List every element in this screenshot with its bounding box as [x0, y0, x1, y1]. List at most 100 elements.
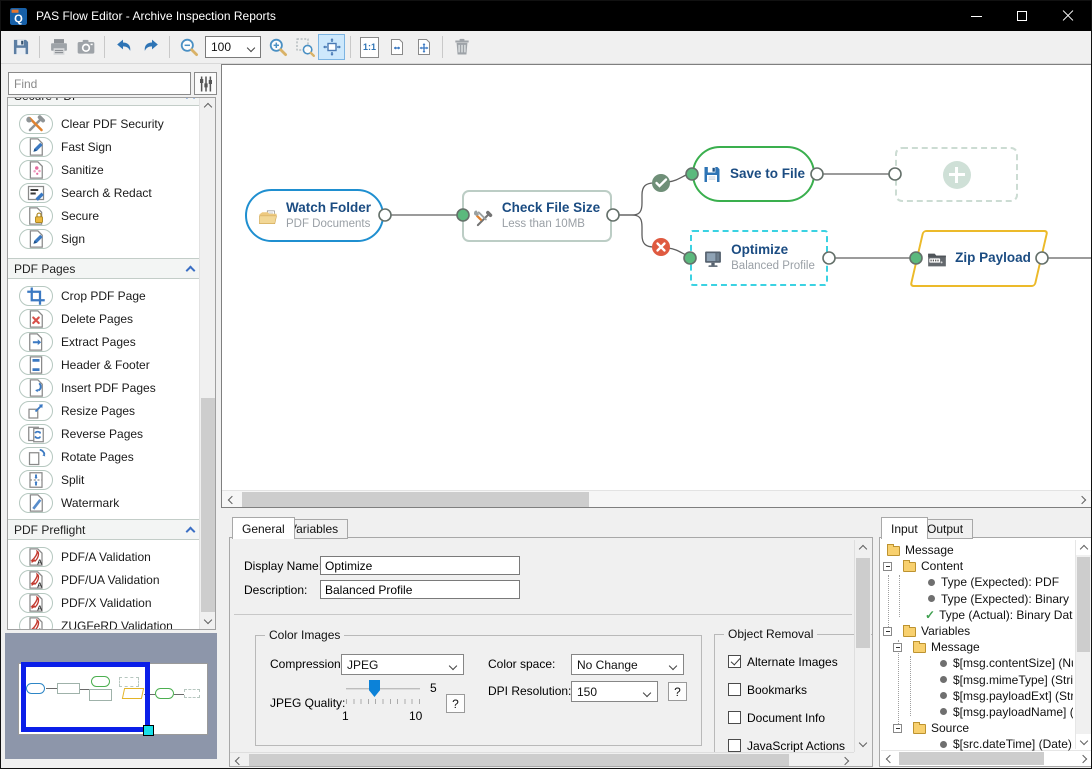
actual-size-button[interactable]: 1:1 — [356, 34, 383, 60]
filter-button[interactable] — [194, 72, 217, 95]
sidebar-item-crop-pdf-page[interactable]: Crop PDF Page — [8, 284, 200, 307]
scroll-right-button[interactable] — [1076, 751, 1091, 766]
tree-item[interactable]: Content — [881, 558, 1073, 574]
scroll-right-button[interactable] — [1074, 491, 1091, 508]
tree-item[interactable]: Type (Actual): Binary Data — [881, 607, 1073, 623]
scroll-down-button[interactable] — [1076, 734, 1091, 749]
jpeg-quality-slider[interactable] — [346, 688, 420, 690]
sidebar-item-insert-pdf-pages[interactable]: Insert PDF Pages — [8, 376, 200, 399]
close-button[interactable] — [1045, 1, 1091, 31]
node-check-file-size[interactable]: Check File SizeLess than 10MB — [462, 190, 612, 242]
flow-canvas[interactable]: Watch FolderPDF Documents Check File Siz… — [221, 64, 1092, 508]
checkbox-alternate-images[interactable] — [728, 655, 741, 668]
tree-item[interactable]: $[msg.mimeType] (Strin — [881, 672, 1073, 688]
minimap-viewport[interactable] — [21, 662, 150, 732]
tree-item[interactable]: Source — [881, 720, 1073, 736]
sidebar-item-reverse-pages[interactable]: Reverse Pages — [8, 422, 200, 445]
checkbox-bookmarks[interactable] — [728, 683, 741, 696]
maximize-button[interactable] — [999, 1, 1045, 31]
node-zip-payload[interactable]: Zip Payload — [910, 230, 1048, 287]
display-name-input[interactable] — [320, 556, 520, 575]
sidebar-item-fast-sign[interactable]: Fast Sign — [8, 135, 200, 158]
collapse-box-icon[interactable] — [883, 562, 892, 571]
section-header-pdf-pages[interactable]: PDF Pages — [8, 258, 200, 279]
quality-help-button[interactable]: ? — [446, 694, 465, 713]
sidebar-item-rotate-pages[interactable]: Rotate Pages — [8, 445, 200, 468]
fit-page-button[interactable] — [410, 34, 437, 60]
tree-item[interactable]: $[msg.payloadExt] (Stri — [881, 688, 1073, 704]
color-space-dropdown[interactable]: No Change — [571, 654, 684, 675]
sidebar-item-sign[interactable]: Sign — [8, 227, 200, 250]
sidebar-item-secure[interactable]: Secure — [8, 204, 200, 227]
scrollbar-thumb[interactable] — [249, 754, 789, 767]
tree-item[interactable]: Message — [881, 542, 1073, 558]
sidebar-item-extract-pages[interactable]: Extract Pages — [8, 330, 200, 353]
collapse-box-icon[interactable] — [893, 724, 902, 733]
node-watch-folder[interactable]: Watch FolderPDF Documents — [245, 189, 384, 242]
sidebar-item-zugferd-validation[interactable]: AZUGFeRD Validation — [8, 614, 200, 630]
checkbox-document-info[interactable] — [728, 711, 741, 724]
scrollbar-thumb[interactable] — [856, 558, 870, 648]
section-header-pdf-preflight[interactable]: PDF Preflight — [8, 519, 200, 540]
save-button[interactable] — [7, 34, 34, 60]
sidebar-item-clear-pdf-security[interactable]: Clear PDF Security — [8, 112, 200, 135]
zoom-in-button[interactable] — [264, 34, 291, 60]
sidebar-item-pdfua-validation[interactable]: APDF/UA Validation — [8, 568, 200, 591]
sidebar-item-pdfx-validation[interactable]: APDF/X Validation — [8, 591, 200, 614]
zoom-level-combobox[interactable]: 100 — [205, 36, 261, 58]
dpi-dropdown[interactable]: 150 — [571, 681, 658, 702]
tree-item[interactable]: Type (Expected): PDF — [881, 574, 1073, 590]
snapshot-button[interactable] — [72, 34, 99, 60]
zoom-region-button[interactable] — [291, 34, 318, 60]
tree-item[interactable]: Message — [881, 639, 1073, 655]
redo-button[interactable] — [137, 34, 164, 60]
tree-item[interactable]: $[msg.contentSize] (Nu — [881, 655, 1073, 671]
scrollbar-thumb[interactable] — [242, 492, 589, 507]
sidebar-item-delete-pages[interactable]: Delete Pages — [8, 307, 200, 330]
properties-horizontal-scrollbar[interactable] — [230, 752, 854, 767]
tab-input[interactable]: Input — [881, 517, 928, 539]
sidebar-item-header-footer[interactable]: Header & Footer — [8, 353, 200, 376]
io-vertical-scrollbar[interactable] — [1075, 540, 1091, 749]
zoom-out-button[interactable] — [175, 34, 202, 60]
compression-dropdown[interactable]: JPEG — [341, 654, 464, 675]
print-button[interactable] — [45, 34, 72, 60]
dpi-help-button[interactable]: ? — [668, 682, 687, 701]
checkbox-javascript-actions[interactable] — [728, 739, 741, 752]
scroll-left-button[interactable] — [881, 751, 896, 766]
scroll-down-button[interactable] — [200, 613, 216, 629]
scroll-left-button[interactable] — [222, 491, 239, 508]
tool-list-scrollbar[interactable] — [199, 98, 215, 629]
tab-general[interactable]: General — [232, 517, 295, 539]
minimize-button[interactable] — [953, 1, 999, 31]
find-input[interactable] — [8, 72, 191, 95]
tree-item[interactable]: $[msg.payloadName] (S — [881, 704, 1073, 720]
description-input[interactable] — [320, 580, 520, 599]
scroll-right-button[interactable] — [838, 753, 854, 767]
sidebar-item-watermark[interactable]: Watermark — [8, 491, 200, 514]
fit-width-button[interactable] — [383, 34, 410, 60]
scroll-up-button[interactable] — [855, 540, 871, 556]
node-optimize-selected[interactable]: OptimizeBalanced Profile — [690, 230, 828, 286]
sidebar-item-pdfa-validation[interactable]: APDF/A Validation — [8, 545, 200, 568]
node-placeholder[interactable] — [895, 147, 1018, 202]
sidebar-item-resize-pages[interactable]: Resize Pages — [8, 399, 200, 422]
properties-vertical-scrollbar[interactable] — [854, 540, 871, 752]
delete-button[interactable] — [448, 34, 475, 60]
scrollbar-thumb[interactable] — [1077, 557, 1090, 652]
scroll-up-button[interactable] — [200, 98, 216, 114]
scroll-left-button[interactable] — [230, 753, 246, 767]
section-header-secure-pdf[interactable]: Secure PDF — [8, 97, 200, 106]
canvas-horizontal-scrollbar[interactable] — [222, 490, 1091, 507]
sidebar-item-sanitize[interactable]: Sanitize — [8, 158, 200, 181]
sidebar-item-search-redact[interactable]: Search & Redact — [8, 181, 200, 204]
scroll-up-button[interactable] — [1076, 540, 1091, 555]
fit-window-button[interactable] — [318, 34, 345, 60]
tree-item[interactable]: Variables — [881, 623, 1073, 639]
undo-button[interactable] — [110, 34, 137, 60]
sidebar-item-split[interactable]: Split — [8, 468, 200, 491]
node-save-to-file[interactable]: Save to File — [692, 146, 815, 202]
tree-item[interactable]: $[src.dateTime] (Date): — [881, 736, 1073, 752]
minimap-resize-handle[interactable] — [143, 725, 154, 736]
collapse-box-icon[interactable] — [883, 627, 892, 636]
